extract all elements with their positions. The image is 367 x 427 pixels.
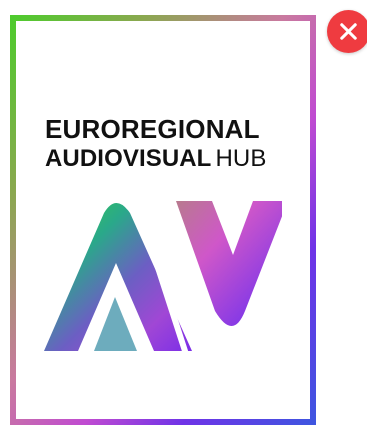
av-logo-mark [44,201,282,354]
logo-title-bold: AUDIOVISUAL [45,145,212,172]
close-button[interactable] [327,10,367,53]
logo-title-line-1: EUROREGIONAL [45,114,260,144]
logo-card: EUROREGIONAL AUDIOVISUAL HUB [10,15,316,425]
logo-inner: EUROREGIONAL AUDIOVISUAL HUB [16,21,310,419]
logo-a-notch [94,297,137,351]
logo-v-shape [176,201,282,326]
logo-title-light: HUB [215,145,267,172]
logo-title-line-2: AUDIOVISUAL HUB [45,147,266,171]
viewer-stage: EUROREGIONAL AUDIOVISUAL HUB [0,0,367,427]
close-icon [340,23,357,40]
